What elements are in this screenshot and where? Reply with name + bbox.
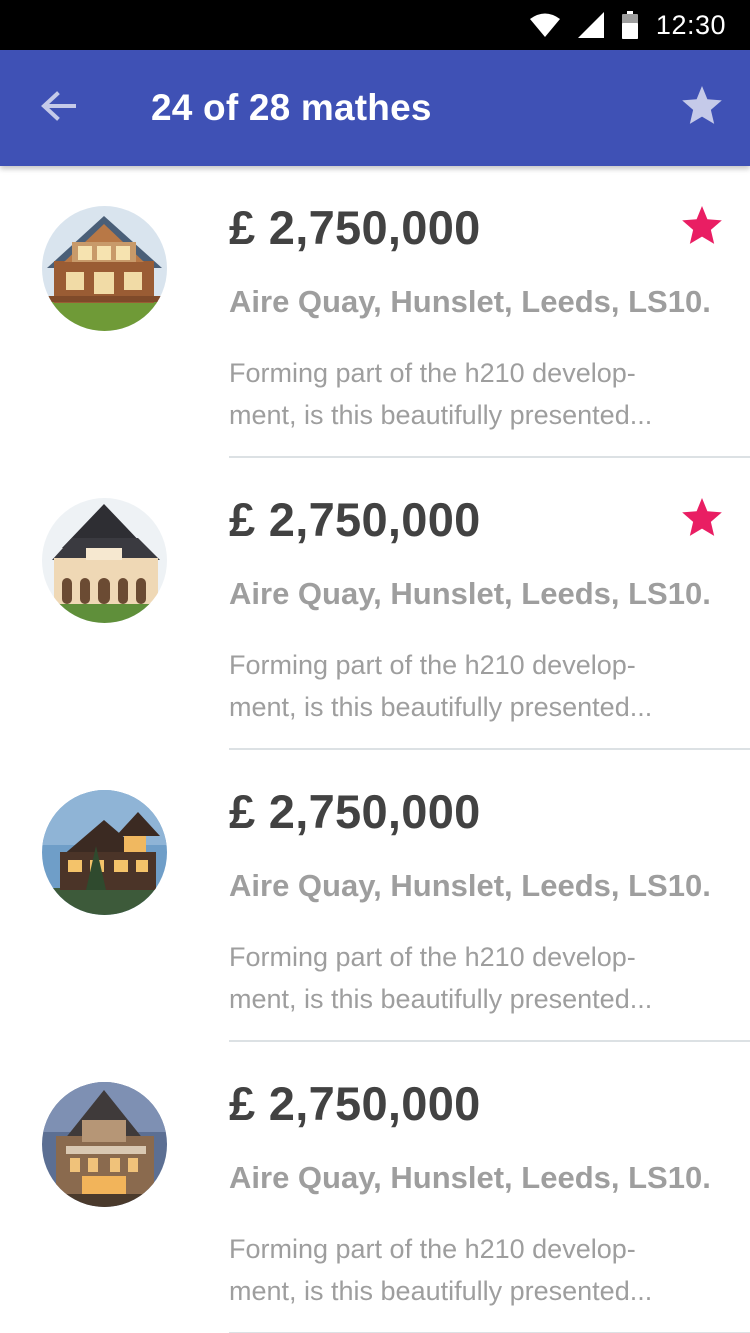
cell-signal-icon (577, 12, 604, 38)
star-icon (681, 85, 723, 131)
listing-description: Forming part of the h210 develop- ment, … (229, 352, 709, 436)
property-thumbnail (42, 206, 167, 331)
favorites-button[interactable] (674, 80, 730, 136)
wifi-icon (529, 13, 560, 37)
arrow-left-icon (40, 90, 76, 127)
listing-price: £ 2,750,000 (229, 201, 481, 254)
app-bar: 24 of 28 mathes (0, 50, 750, 166)
list-item[interactable]: £ 2,750,000 Aire Quay, Hunslet, Leeds, L… (0, 166, 750, 458)
description-line: ment, is this beautifully presented... (229, 692, 653, 722)
listing-description: Forming part of the h210 develop- ment, … (229, 1228, 709, 1312)
list-item[interactable]: £ 2,750,000 Aire Quay, Hunslet, Leeds, L… (0, 750, 750, 1042)
description-line: ment, is this beautifully presented... (229, 1276, 653, 1306)
description-line: ment, is this beautifully presented... (229, 984, 653, 1014)
description-line: Forming part of the h210 develop- (229, 1234, 636, 1264)
listing-list: £ 2,750,000 Aire Quay, Hunslet, Leeds, L… (0, 166, 750, 1333)
listing-address: Aire Quay, Hunslet, Leeds, LS10. (229, 284, 711, 319)
listing-description: Forming part of the h210 develop- ment, … (229, 644, 709, 728)
listing-price: £ 2,750,000 (229, 1077, 481, 1130)
favorite-star-icon[interactable] (680, 204, 724, 248)
listing-price: £ 2,750,000 (229, 493, 481, 546)
back-button[interactable] (30, 80, 86, 136)
status-time: 12:30 (655, 9, 726, 40)
battery-icon (621, 11, 638, 39)
listing-price: £ 2,750,000 (229, 785, 481, 838)
description-line: Forming part of the h210 develop- (229, 942, 636, 972)
status-bar: 12:30 (0, 0, 750, 50)
page-title: 24 of 28 mathes (151, 87, 432, 128)
property-thumbnail (42, 498, 167, 623)
listing-address: Aire Quay, Hunslet, Leeds, LS10. (229, 1160, 711, 1195)
list-item[interactable]: £ 2,750,000 Aire Quay, Hunslet, Leeds, L… (0, 458, 750, 750)
favorite-star-icon[interactable] (680, 496, 724, 540)
description-line: Forming part of the h210 develop- (229, 358, 636, 388)
description-line: Forming part of the h210 develop- (229, 650, 636, 680)
listing-address: Aire Quay, Hunslet, Leeds, LS10. (229, 576, 711, 611)
description-line: ment, is this beautifully presented... (229, 400, 653, 430)
list-item[interactable]: £ 2,750,000 Aire Quay, Hunslet, Leeds, L… (0, 1042, 750, 1333)
property-thumbnail (42, 790, 167, 915)
listing-address: Aire Quay, Hunslet, Leeds, LS10. (229, 868, 711, 903)
listing-description: Forming part of the h210 develop- ment, … (229, 936, 709, 1020)
property-thumbnail (42, 1082, 167, 1207)
